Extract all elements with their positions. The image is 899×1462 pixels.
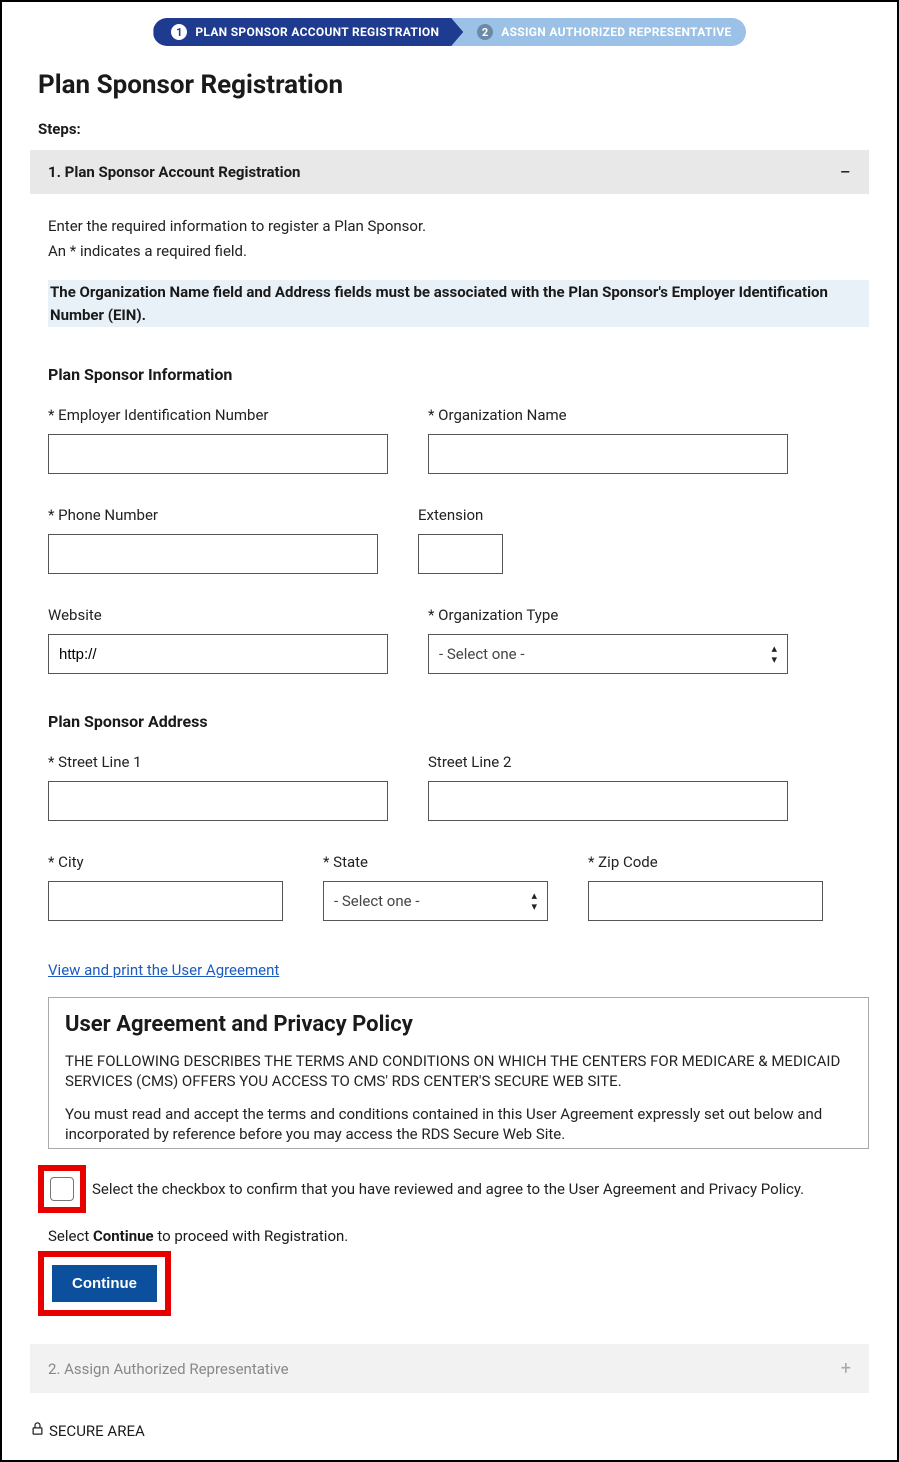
stepper-step-2-label: ASSIGN AUTHORIZED REPRESENTATIVE bbox=[501, 25, 731, 39]
chevron-updown-icon: ▴▾ bbox=[531, 890, 537, 912]
org-name-input[interactable] bbox=[428, 434, 788, 474]
zip-input[interactable] bbox=[588, 881, 823, 921]
field-org-name: * Organization Name bbox=[428, 406, 788, 474]
field-website: Website bbox=[48, 606, 388, 674]
page-title: Plan Sponsor Registration bbox=[38, 70, 869, 100]
city-label: * City bbox=[48, 853, 283, 871]
continue-highlight-box: Continue bbox=[38, 1251, 171, 1316]
progress-stepper: 1 PLAN SPONSOR ACCOUNT REGISTRATION 2 AS… bbox=[30, 18, 869, 46]
checkbox-highlight-box bbox=[38, 1165, 86, 1213]
section-sponsor-info-title: Plan Sponsor Information bbox=[48, 365, 869, 384]
field-zip: * Zip Code bbox=[588, 853, 823, 921]
ein-highlight-note: The Organization Name field and Address … bbox=[48, 280, 869, 327]
city-input[interactable] bbox=[48, 881, 283, 921]
accordion-registration-header[interactable]: 1. Plan Sponsor Account Registration − bbox=[30, 150, 869, 194]
row-city-state-zip: * City * State - Select one - ▴▾ * Zip C… bbox=[48, 853, 869, 921]
state-label: * State bbox=[323, 853, 548, 871]
proceed-prefix: Select bbox=[48, 1227, 93, 1245]
org-name-label: * Organization Name bbox=[428, 406, 788, 424]
street1-input[interactable] bbox=[48, 781, 388, 821]
street2-label: Street Line 2 bbox=[428, 753, 788, 771]
secure-area-text: SECURE AREA bbox=[49, 1422, 145, 1440]
proceed-text: Select Continue to proceed with Registra… bbox=[48, 1227, 869, 1245]
confirm-row: Select the checkbox to confirm that you … bbox=[38, 1165, 869, 1213]
row-website-orgtype: Website * Organization Type - Select one… bbox=[48, 606, 869, 674]
state-value: - Select one - bbox=[334, 892, 419, 910]
org-type-label: * Organization Type bbox=[428, 606, 788, 624]
steps-label: Steps: bbox=[38, 120, 869, 138]
intro-line-1: Enter the required information to regist… bbox=[48, 216, 869, 237]
field-extension: Extension bbox=[418, 506, 503, 574]
stepper-step-2-num: 2 bbox=[477, 24, 493, 40]
field-street2: Street Line 2 bbox=[428, 753, 788, 821]
accordion-assign-rep-header[interactable]: 2. Assign Authorized Representative + bbox=[30, 1344, 869, 1393]
view-print-user-agreement-link[interactable]: View and print the User Agreement bbox=[48, 961, 279, 979]
field-ein: * Employer Identification Number bbox=[48, 406, 388, 474]
org-type-value: - Select one - bbox=[439, 645, 524, 663]
accordion-registration-title: 1. Plan Sponsor Account Registration bbox=[48, 163, 300, 181]
secure-area-footer: SECURE AREA bbox=[30, 1421, 869, 1440]
row-phone-ext: * Phone Number Extension bbox=[48, 506, 869, 574]
ein-label: * Employer Identification Number bbox=[48, 406, 388, 424]
field-phone: * Phone Number bbox=[48, 506, 378, 574]
stepper-step-1-label: PLAN SPONSOR ACCOUNT REGISTRATION bbox=[195, 25, 439, 39]
accordion-assign-rep-title: 2. Assign Authorized Representative bbox=[48, 1360, 289, 1378]
plus-icon: + bbox=[841, 1358, 851, 1379]
website-label: Website bbox=[48, 606, 388, 624]
zip-label: * Zip Code bbox=[588, 853, 823, 871]
lock-icon bbox=[30, 1421, 45, 1440]
field-street1: * Street Line 1 bbox=[48, 753, 388, 821]
chevron-updown-icon: ▴▾ bbox=[771, 643, 777, 665]
phone-label: * Phone Number bbox=[48, 506, 378, 524]
section-sponsor-address-title: Plan Sponsor Address bbox=[48, 712, 869, 731]
continue-button[interactable]: Continue bbox=[52, 1265, 157, 1302]
agree-checkbox[interactable] bbox=[50, 1177, 74, 1201]
extension-label: Extension bbox=[418, 506, 503, 524]
proceed-bold: Continue bbox=[93, 1227, 154, 1245]
user-agreement-p1: THE FOLLOWING DESCRIBES THE TERMS AND CO… bbox=[65, 1051, 852, 1092]
org-type-select[interactable]: - Select one - ▴▾ bbox=[428, 634, 788, 674]
field-org-type: * Organization Type - Select one - ▴▾ bbox=[428, 606, 788, 674]
field-city: * City bbox=[48, 853, 283, 921]
street2-input[interactable] bbox=[428, 781, 788, 821]
state-select[interactable]: - Select one - ▴▾ bbox=[323, 881, 548, 921]
ein-input[interactable] bbox=[48, 434, 388, 474]
phone-input[interactable] bbox=[48, 534, 378, 574]
minus-icon: − bbox=[840, 162, 851, 182]
proceed-suffix: to proceed with Registration. bbox=[154, 1227, 349, 1245]
row-ein-orgname: * Employer Identification Number * Organ… bbox=[48, 406, 869, 474]
field-state: * State - Select one - ▴▾ bbox=[323, 853, 548, 921]
stepper-step-2: 2 ASSIGN AUTHORIZED REPRESENTATIVE bbox=[449, 18, 745, 46]
stepper-step-1: 1 PLAN SPONSOR ACCOUNT REGISTRATION bbox=[153, 18, 463, 46]
user-agreement-heading: User Agreement and Privacy Policy bbox=[65, 1012, 852, 1037]
confirm-text: Select the checkbox to confirm that you … bbox=[92, 1180, 804, 1198]
user-agreement-p2: You must read and accept the terms and c… bbox=[65, 1104, 852, 1145]
row-street: * Street Line 1 Street Line 2 bbox=[48, 753, 869, 821]
page-frame: 1 PLAN SPONSOR ACCOUNT REGISTRATION 2 AS… bbox=[0, 0, 899, 1462]
extension-input[interactable] bbox=[418, 534, 503, 574]
stepper-step-1-num: 1 bbox=[171, 24, 187, 40]
website-input[interactable] bbox=[48, 634, 388, 674]
street1-label: * Street Line 1 bbox=[48, 753, 388, 771]
intro-line-2: An * indicates a required field. bbox=[48, 241, 869, 262]
user-agreement-scrollbox[interactable]: User Agreement and Privacy Policy THE FO… bbox=[48, 997, 869, 1149]
